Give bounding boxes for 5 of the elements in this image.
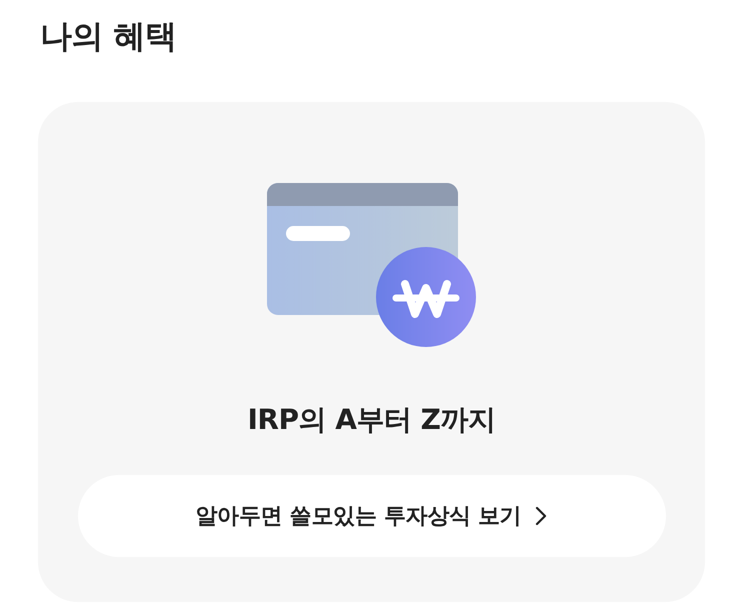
chevron-right-icon <box>535 506 548 526</box>
section-title: 나의 혜택 <box>40 16 177 57</box>
investment-tips-button[interactable]: 알아두면 쓸모있는 투자상식 보기 <box>78 475 666 557</box>
card-heading: IRP의 A부터 Z까지 <box>248 402 496 438</box>
won-coin-icon <box>376 247 476 347</box>
